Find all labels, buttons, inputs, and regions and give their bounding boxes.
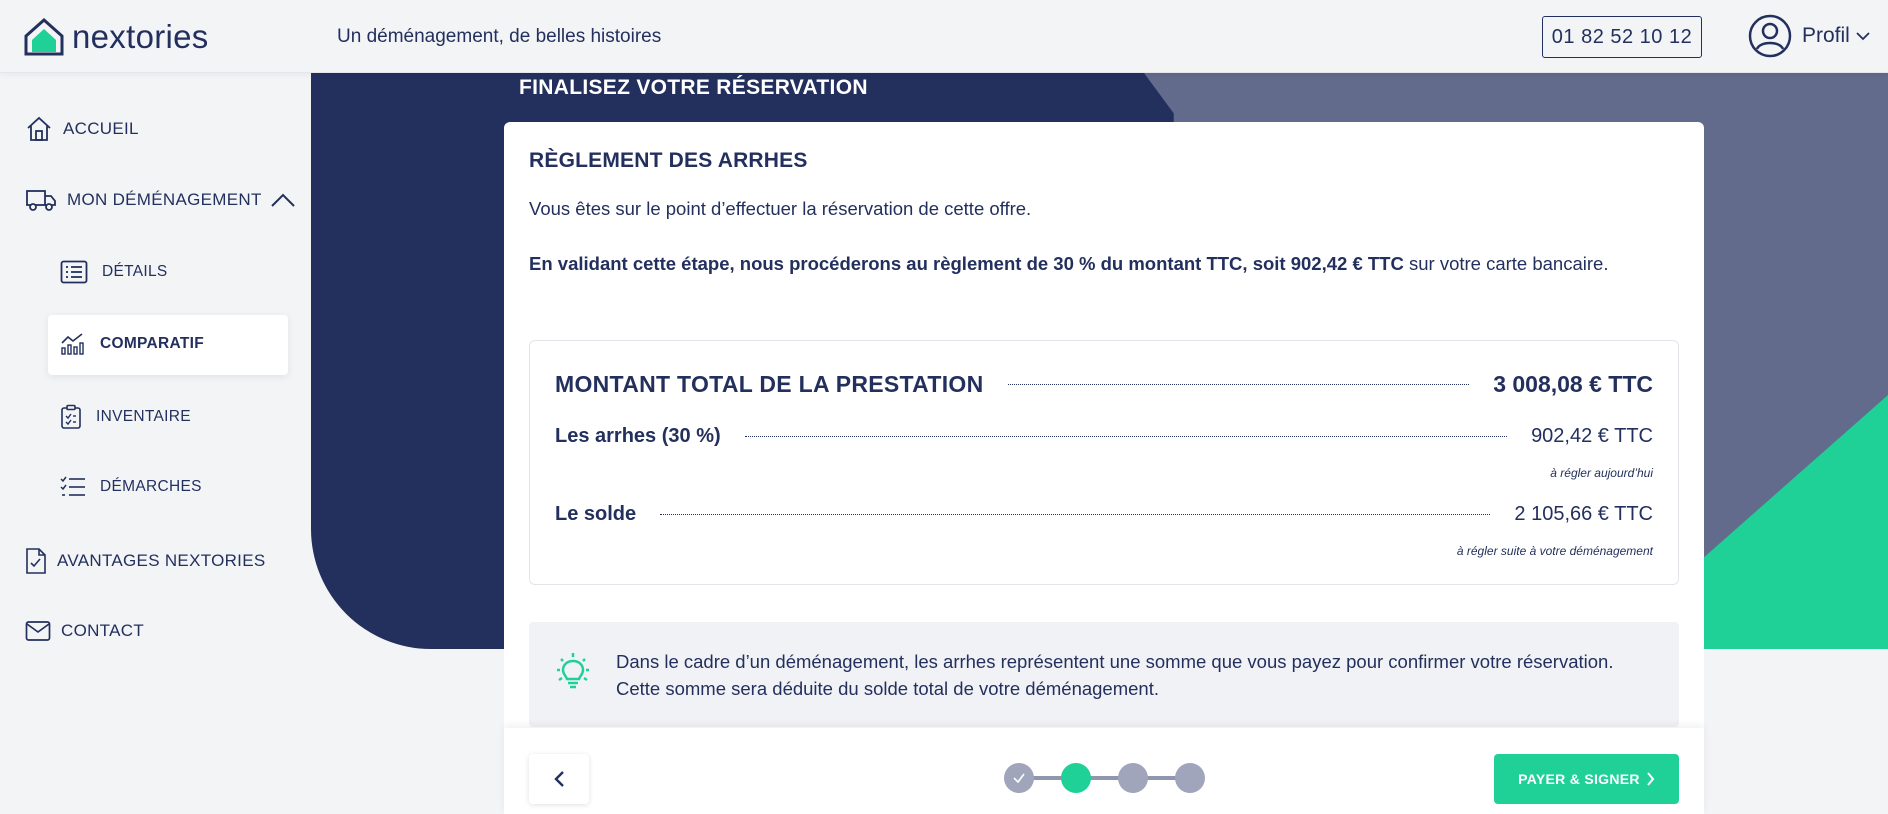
- sidebar-item-demarches[interactable]: DÉMARCHES: [60, 476, 202, 498]
- intro-text: Vous êtes sur le point d’effectuer la ré…: [529, 198, 1032, 219]
- sidebar-item-label: DÉMARCHES: [100, 478, 202, 495]
- solde-value: 2 105,66 € TTC: [1514, 503, 1653, 525]
- dotted-leader: [660, 514, 1491, 515]
- sidebar-item-label: CONTACT: [61, 621, 144, 640]
- sidebar-item-label: COMPARATIF: [100, 335, 205, 352]
- stepper-line: [1019, 776, 1199, 780]
- profile-menu[interactable]: Profil: [1748, 14, 1870, 58]
- solde-label: Le solde: [555, 503, 637, 525]
- sidebar: ACCUEIL MON DÉMÉNAGEMENT DÉTAILS COMPARA…: [0, 73, 311, 814]
- dotted-leader: [744, 436, 1508, 437]
- home-icon: [27, 116, 51, 141]
- dotted-leader: [1007, 384, 1470, 385]
- sidebar-item-avantages[interactable]: AVANTAGES NEXTORIES: [25, 547, 266, 575]
- sidebar-item-details[interactable]: DÉTAILS: [60, 260, 168, 284]
- reservation-card: RÈGLEMENT DES ARRHES Vous êtes sur le po…: [504, 122, 1704, 814]
- chevron-left-icon: [554, 771, 564, 787]
- check-icon: [1013, 773, 1025, 784]
- mail-icon: [25, 621, 51, 641]
- total-value: 3 008,08 € TTC: [1493, 371, 1653, 397]
- sidebar-item-label: DÉTAILS: [102, 263, 168, 280]
- total-label: MONTANT TOTAL DE LA PRESTATION: [555, 371, 984, 397]
- sidebar-item-comparatif[interactable]: COMPARATIF: [60, 332, 204, 356]
- chevron-down-icon: [1856, 32, 1870, 41]
- arrhes-value: 902,42 € TTC: [1531, 425, 1653, 447]
- back-button[interactable]: [529, 754, 589, 804]
- arrhes-label: Les arrhes (30 %): [555, 425, 721, 447]
- total-row: MONTANT TOTAL DE LA PRESTATION 3 008,08 …: [555, 371, 1653, 398]
- info-box: Dans le cadre d’un déménagement, les arr…: [529, 622, 1679, 727]
- clipboard-icon: [61, 404, 81, 429]
- payment-explanation: En validant cette étape, nous procéderon…: [529, 250, 1679, 277]
- top-header: nextories Un déménagement, de belles his…: [0, 0, 1888, 73]
- sidebar-item-inventaire[interactable]: INVENTAIRE: [60, 404, 191, 430]
- sidebar-item-label: INVENTAIRE: [96, 408, 191, 425]
- chart-icon: [61, 333, 84, 355]
- sidebar-item-mon-demenagement[interactable]: MON DÉMÉNAGEMENT: [25, 187, 296, 213]
- truck-icon: [26, 190, 56, 211]
- user-avatar-icon: [1748, 14, 1792, 58]
- payment-explanation-bold: En validant cette étape, nous procéderon…: [529, 253, 1404, 274]
- list-icon: [60, 260, 88, 284]
- card-title: RÈGLEMENT DES ARRHES: [529, 149, 808, 172]
- sidebar-item-label: ACCUEIL: [63, 119, 139, 138]
- logo[interactable]: nextories: [22, 16, 209, 58]
- checklist-icon: [60, 476, 85, 496]
- step-3: [1118, 763, 1148, 793]
- pay-button-label: PAYER & SIGNER: [1518, 771, 1640, 787]
- payment-explanation-rest: sur votre carte bancaire.: [1403, 253, 1609, 274]
- page-title: FINALISEZ VOTRE RÉSERVATION: [519, 76, 868, 99]
- info-text: Dans le cadre d’un déménagement, les arr…: [616, 651, 1614, 699]
- amounts-box: MONTANT TOTAL DE LA PRESTATION 3 008,08 …: [529, 340, 1679, 585]
- profile-label: Profil: [1802, 24, 1850, 47]
- document-check-icon: [26, 548, 46, 574]
- step-footer: PAYER & SIGNER: [504, 728, 1704, 814]
- step-4: [1175, 763, 1205, 793]
- sidebar-item-accueil[interactable]: ACCUEIL: [25, 115, 139, 143]
- lightbulb-icon: [557, 653, 589, 689]
- arrhes-row: Les arrhes (30 %) 902,42 € TTC: [555, 425, 1653, 448]
- sidebar-item-label: AVANTAGES NEXTORIES: [57, 551, 266, 570]
- logo-text: nextories: [72, 18, 209, 55]
- chevron-up-icon[interactable]: [270, 192, 296, 208]
- chevron-right-icon: [1647, 772, 1655, 786]
- step-2-current: [1061, 763, 1091, 793]
- sidebar-item-contact[interactable]: CONTACT: [25, 620, 144, 642]
- arrhes-note: à régler aujourd’hui: [1550, 466, 1653, 480]
- phone-button[interactable]: 01 82 52 10 12: [1542, 16, 1702, 58]
- tagline: Un déménagement, de belles histoires: [337, 26, 662, 47]
- stepper: [1004, 763, 1214, 793]
- solde-note: à régler suite à votre déménagement: [1456, 544, 1653, 558]
- step-1-complete: [1004, 763, 1034, 793]
- solde-row: Le solde 2 105,66 € TTC: [555, 503, 1653, 526]
- house-logo-icon: [24, 17, 64, 56]
- pay-and-sign-button[interactable]: PAYER & SIGNER: [1494, 754, 1679, 804]
- sidebar-item-label: MON DÉMÉNAGEMENT: [67, 190, 262, 209]
